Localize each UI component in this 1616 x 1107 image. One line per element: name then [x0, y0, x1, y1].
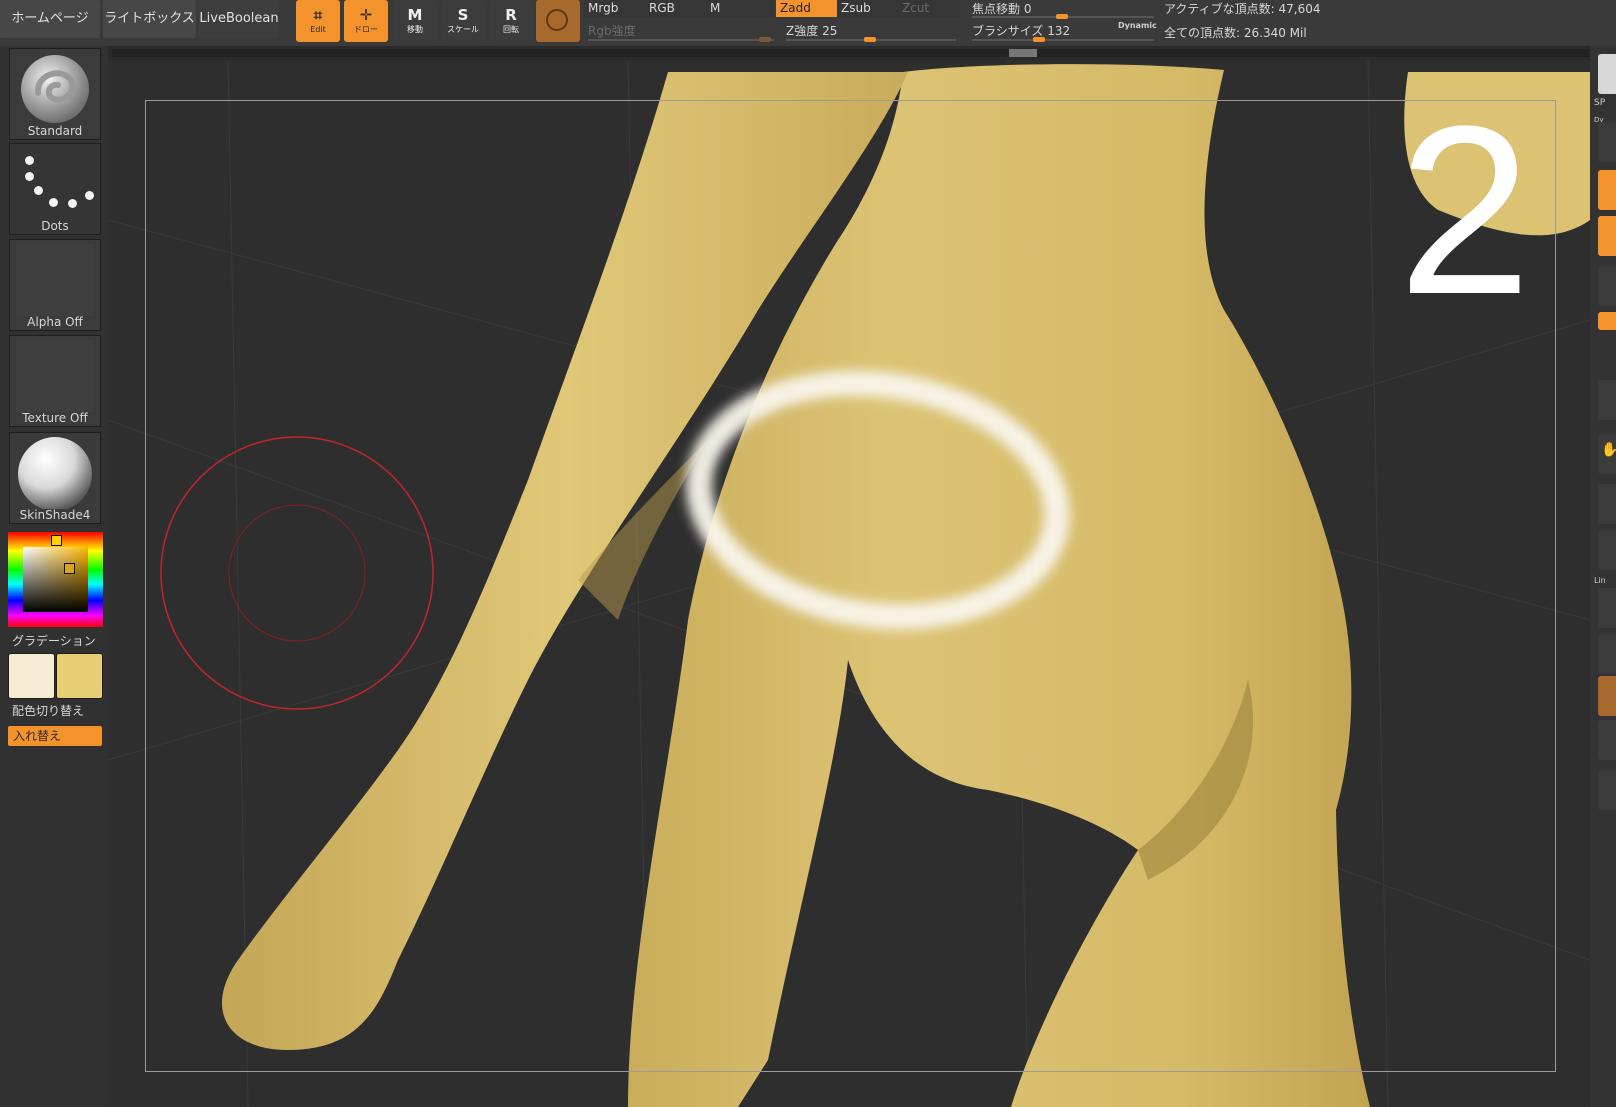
alpha-slot[interactable]: Alpha Off: [9, 239, 101, 331]
solo-button[interactable]: [1598, 720, 1616, 760]
rotate-icon: R: [505, 6, 517, 24]
dynamic-toggle[interactable]: Dynamic: [1118, 21, 1157, 30]
rgb-intensity-label: Rgb強度: [588, 24, 636, 38]
texture-slot[interactable]: Texture Off: [9, 335, 101, 427]
material-slot[interactable]: SkinShade4: [9, 432, 101, 524]
floor-button[interactable]: [1598, 170, 1616, 210]
step-number-overlay: 2: [1398, 76, 1532, 344]
color-marker[interactable]: [64, 563, 75, 574]
m-toggle[interactable]: M: [706, 0, 774, 17]
alpha-off-icon: [16, 244, 94, 316]
zcut-toggle[interactable]: Zcut: [898, 0, 960, 17]
left-shelf: Standard Dots Alpha Off Texture Off Skin…: [0, 46, 108, 1107]
top-toolbar: ホームページ ライトボックス LiveBoolean ⌗ Edit ✛ ドロー …: [0, 0, 1616, 46]
draw-size-knob[interactable]: [1033, 37, 1045, 42]
hue-marker[interactable]: [51, 535, 62, 546]
material-quick-button[interactable]: [536, 0, 580, 42]
home-button[interactable]: ホームページ: [0, 0, 100, 38]
color-picker[interactable]: [8, 532, 103, 627]
xpose-button[interactable]: [1598, 770, 1616, 810]
zadd-toggle[interactable]: Zadd: [776, 0, 838, 17]
liveboolean-button[interactable]: LiveBoolean: [199, 0, 279, 38]
color-picker-square[interactable]: [23, 547, 88, 612]
focal-shift-label: 焦点移動 0: [972, 2, 1032, 16]
focal-shift-knob[interactable]: [1056, 14, 1068, 19]
switch-color-button[interactable]: 配色切り替え: [12, 702, 84, 719]
material-ring-icon: [546, 9, 568, 31]
main-color-swatch[interactable]: [56, 653, 103, 699]
canvas-scrollbar[interactable]: [112, 49, 1592, 57]
rotate-button[interactable]: R 回転: [489, 0, 533, 42]
document-frame: [145, 100, 1556, 1072]
zsub-toggle[interactable]: Zsub: [837, 0, 899, 17]
move-view-button[interactable]: ✋: [1598, 434, 1616, 474]
right-thumbnail-button[interactable]: [1598, 54, 1616, 94]
scale-icon: S: [457, 6, 469, 24]
draw-button[interactable]: ✛ ドロー: [344, 0, 388, 42]
z-intensity-label: Z強度 25: [786, 24, 838, 38]
rgb-intensity-knob[interactable]: [759, 37, 771, 42]
polyframe-button[interactable]: [1598, 588, 1616, 628]
rotate-view-button[interactable]: [1598, 530, 1616, 570]
draw-size-slider[interactable]: [972, 39, 1154, 41]
dots-stroke-icon: [16, 148, 94, 220]
draw-icon: ✛: [359, 6, 373, 24]
lightbox-button[interactable]: ライトボックス: [103, 0, 196, 38]
lsym-button[interactable]: [1598, 266, 1616, 306]
active-points-readout: アクティブな頂点数: 47,604: [1164, 2, 1321, 16]
z-intensity-knob[interactable]: [864, 37, 876, 42]
secondary-color-swatch[interactable]: [8, 653, 55, 699]
move-icon: M: [407, 6, 423, 24]
swap-color-button[interactable]: 入れ替え: [8, 726, 102, 746]
texture-off-icon: [16, 340, 94, 412]
scale-view-button[interactable]: [1598, 484, 1616, 524]
viewport-canvas[interactable]: 2: [108, 60, 1590, 1107]
scale-button[interactable]: S スケール: [441, 0, 485, 42]
rgb-intensity-slider[interactable]: [588, 39, 774, 41]
hand-icon: ✋: [1601, 442, 1616, 458]
skinshade-sphere-icon: [16, 437, 94, 511]
xyz-button[interactable]: [1598, 312, 1616, 330]
rgb-toggle[interactable]: RGB: [645, 0, 707, 17]
total-points-readout: 全ての頂点数: 26.340 Mil: [1164, 26, 1307, 40]
standard-brush-icon: [16, 53, 94, 125]
perspective-button[interactable]: [1598, 122, 1616, 162]
scrollbar-thumb[interactable]: [1009, 49, 1037, 57]
brush-slot[interactable]: Standard: [9, 48, 101, 140]
ghost-button[interactable]: [1598, 676, 1616, 716]
right-shelf: SP Dy ✋ Lin: [1590, 46, 1616, 1107]
draw-size-label: ブラシサイズ 132: [972, 24, 1071, 38]
gradient-label: グラデーション: [12, 634, 96, 648]
edit-icon: ⌗: [313, 6, 323, 24]
local-button[interactable]: [1598, 216, 1616, 256]
edit-button[interactable]: ⌗ Edit: [296, 0, 340, 42]
transp-button[interactable]: [1598, 634, 1616, 674]
line-fill-label: Lin: [1594, 576, 1606, 585]
move-button[interactable]: M 移動: [393, 0, 437, 42]
stroke-slot[interactable]: Dots: [9, 143, 101, 235]
spix-label: SP: [1594, 98, 1606, 108]
mrgb-toggle[interactable]: Mrgb: [584, 0, 646, 17]
frame-button[interactable]: [1598, 380, 1616, 420]
